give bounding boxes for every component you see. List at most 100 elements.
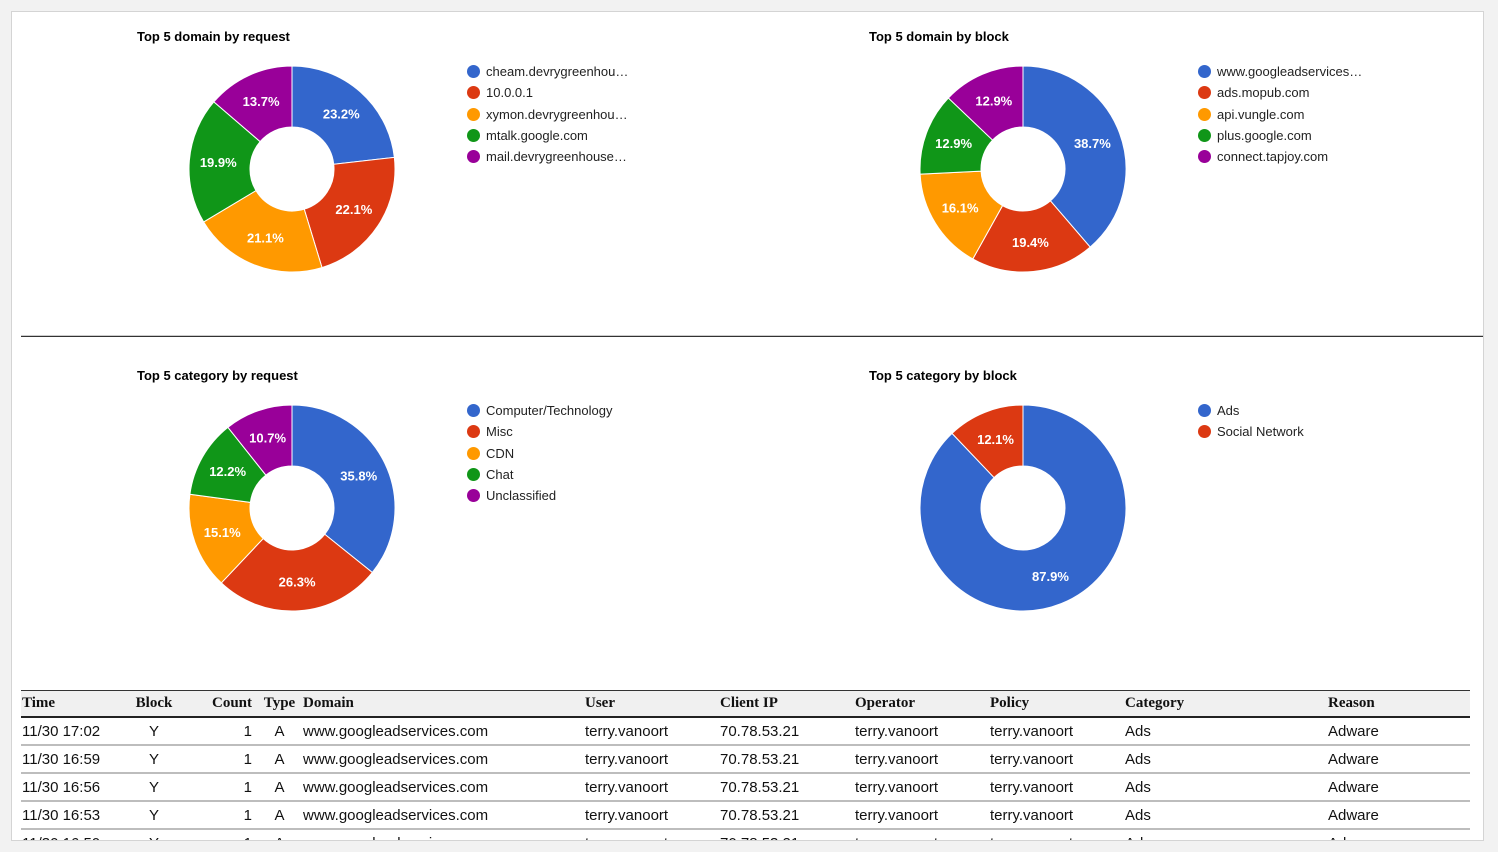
slice-label: 21.1% [247,231,284,246]
cell-reason: Adware [1327,717,1470,746]
table-header-row: Time Block Count Type Domain User Client… [21,690,1470,718]
slice-label: 26.3% [279,574,316,589]
cell-policy: terry.vanoort [989,717,1124,746]
table-row[interactable]: 11/30 16:53 Y 1 Awww.googleadservices.com te… [21,801,1470,830]
chart-panel-category-by-block: Top 5 category by block 87.9% 12.1% Ads So… [743,351,1473,651]
cell-policy: terry.vanoort [989,801,1124,830]
legend-item[interactable]: ads.mopub.com [1198,82,1362,103]
legend-label: connect.tapjoy.com [1217,149,1329,165]
legend-item[interactable]: CDN [467,443,612,464]
cell-time: 11/30 16:56 [21,773,121,802]
legend-label: Computer/Technology [486,403,613,419]
legend-swatch-icon [467,150,480,164]
cell-operator: terry.vanoort [854,801,989,830]
column-header-reason[interactable]: Reason [1327,690,1470,718]
cell-domain: www.googleadservices.com [302,717,584,746]
legend-item[interactable]: cheam.devrygreenhou… [467,61,628,82]
cell-time: 11/30 16:50 [21,829,121,840]
cell-block: Y [121,745,186,774]
cell-user: terry.vanoort [584,829,719,840]
cell-domain: www.googleadservices.com [302,801,584,830]
legend-label: api.vungle.com [1217,106,1305,122]
cell-type: A [256,773,302,802]
column-header-operator[interactable]: Operator [854,690,989,718]
cell-operator: terry.vanoort [854,717,989,746]
cell-user: terry.vanoort [584,801,719,830]
legend-item[interactable]: Unclassified [467,485,612,506]
cell-count: 1 [186,773,256,802]
cell-count: 1 [186,717,256,746]
legend-item[interactable]: connect.tapjoy.com [1198,146,1362,167]
legend-label: www.googleadservices… [1217,64,1363,80]
slice-label: 15.1% [204,525,241,540]
chart-legend: Ads Social Network [1198,400,1304,443]
legend-item[interactable]: Misc [467,421,612,442]
legend-item[interactable]: plus.google.com [1198,125,1362,146]
cell-client-ip: 70.78.53.21 [719,773,854,802]
legend-swatch-icon [1198,404,1211,418]
table-row[interactable]: 11/30 16:56 Y 1 Awww.googleadservices.com te… [21,773,1470,802]
legend-label: mail.devrygreenhouse… [486,149,627,165]
cell-count: 1 [186,745,256,774]
slice-label: 12.9% [935,136,972,151]
dashboard-frame: Top 5 domain by request 23.2% 22.1% 21.1% 1… [11,11,1484,841]
slice-label: 35.8% [340,468,377,483]
cell-client-ip: 70.78.53.21 [719,801,854,830]
column-header-time[interactable]: Time [21,690,121,718]
legend-label: CDN [486,445,515,461]
cell-operator: terry.vanoort [854,829,989,840]
column-header-category[interactable]: Category [1124,690,1327,718]
cell-time: 11/30 16:53 [21,801,121,830]
legend-label: xymon.devrygreenhou… [486,106,628,122]
column-header-block[interactable]: Block [121,690,186,718]
column-header-count[interactable]: Count [186,690,256,718]
legend-item[interactable]: www.googleadservices… [1198,61,1362,82]
slice-label: 87.9% [1032,569,1069,584]
slice-label: 38.7% [1074,136,1111,151]
cell-reason: Adware [1327,801,1470,830]
column-header-client-ip[interactable]: Client IP [719,690,854,718]
cell-user: terry.vanoort [584,717,719,746]
legend-item[interactable]: xymon.devrygreenhou… [467,104,628,125]
cell-domain: www.googleadservices.com [302,829,584,840]
cell-reason: Adware [1327,829,1470,840]
donut-chart: 38.7% 19.4% 16.1% 12.9% 12.9% [919,65,1127,273]
cell-reason: Adware [1327,745,1470,774]
column-header-user[interactable]: User [584,690,719,718]
legend-label: cheam.devrygreenhou… [486,64,629,80]
chart-legend: Computer/Technology Misc CDN Chat Unclassifi… [467,400,612,506]
cell-policy: terry.vanoort [989,773,1124,802]
legend-item[interactable]: api.vungle.com [1198,104,1362,125]
legend-swatch-icon [467,489,480,503]
slice-label: 16.1% [942,201,979,216]
log-table-container[interactable]: Time Block Count Type Domain User Client… [21,690,1470,840]
legend-swatch-icon [467,65,480,79]
legend-item[interactable]: Chat [467,464,612,485]
chart-panel-category-by-request: Top 5 category by request 35.8% 26.3% 15.1… [12,351,742,651]
slice-label: 10.7% [249,431,286,446]
legend-label: Misc [486,424,513,440]
table-row[interactable]: 11/30 17:02 Y 1 Awww.googleadservices.com te… [21,717,1470,746]
column-header-domain[interactable]: Domain [302,690,584,718]
cell-type: A [256,801,302,830]
legend-swatch-icon [1198,65,1211,79]
log-table: Time Block Count Type Domain User Client… [21,690,1470,840]
legend-item[interactable]: Ads [1198,400,1304,421]
table-row[interactable]: 11/30 16:59 Y 1 Awww.googleadservices.com te… [21,745,1470,774]
legend-swatch-icon [467,425,480,439]
cell-domain: www.googleadservices.com [302,745,584,774]
legend-item[interactable]: Social Network [1198,421,1304,442]
column-header-type[interactable]: Type [256,690,302,718]
legend-item[interactable]: mail.devrygreenhouse… [467,146,628,167]
column-header-policy[interactable]: Policy [989,690,1124,718]
cell-category: Ads [1124,773,1327,802]
chart-legend: www.googleadservices… ads.mopub.com api.vu… [1198,61,1362,167]
legend-swatch-icon [467,446,480,460]
legend-item[interactable]: mtalk.google.com [467,125,628,146]
cell-block: Y [121,801,186,830]
legend-item[interactable]: Computer/Technology [467,400,612,421]
legend-item[interactable]: 10.0.0.1 [467,82,628,103]
table-row[interactable]: 11/30 16:50Y1Awww.googleadservices.comte… [21,829,1470,840]
cell-client-ip: 70.78.53.21 [719,745,854,774]
chart-legend: cheam.devrygreenhou… 10.0.0.1 xymon.devryg… [467,61,628,167]
